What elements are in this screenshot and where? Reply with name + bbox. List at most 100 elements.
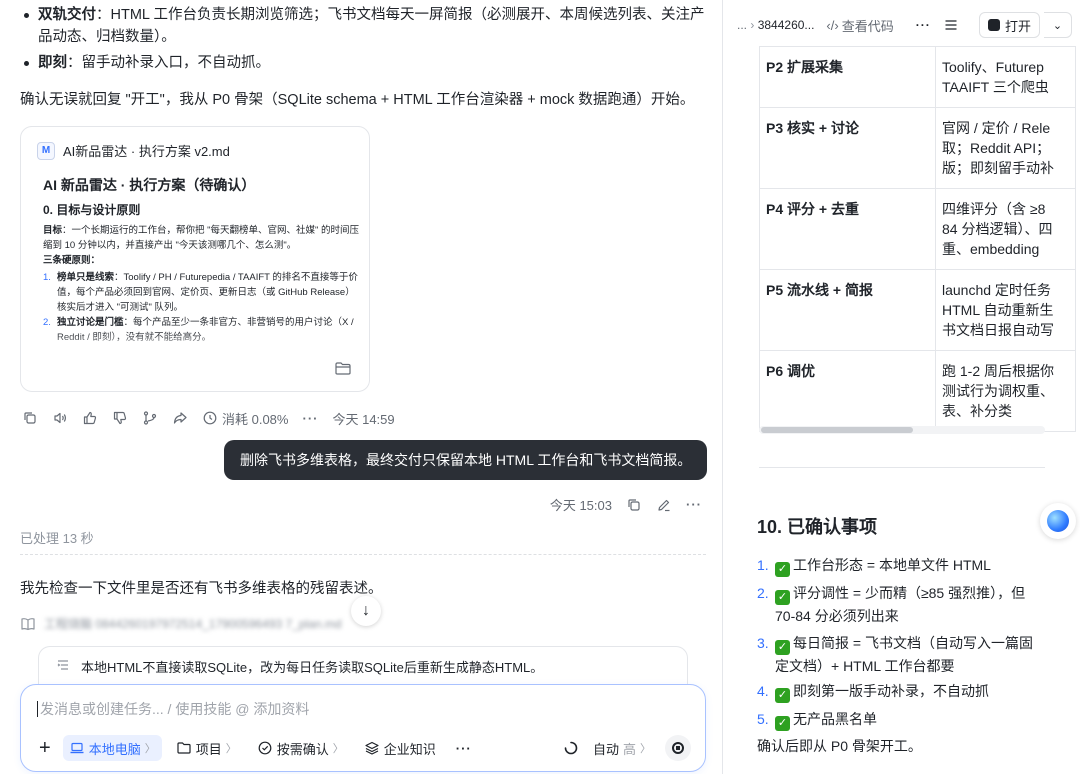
thumbs-up-icon[interactable] <box>82 410 98 426</box>
confirmed-item: 3. ✓ 每日简报 = 飞书文档（自动写入一篇固定文档）+ HTML 工作台都要 <box>757 632 1043 677</box>
confirmed-item-text: 工作台形态 = 本地单文件 HTML <box>793 557 991 573</box>
phase-description-line: 测试行为调权重、 <box>942 383 1054 399</box>
enterprise-knowledge-button[interactable]: 企业知识 <box>358 735 442 761</box>
phase-description-line: 表、补分类 <box>942 403 1012 419</box>
phase-name: P6 调优 <box>759 350 936 432</box>
more-icon[interactable]: ··· <box>686 497 702 512</box>
share-icon[interactable] <box>172 410 188 426</box>
assistant-orb-icon <box>1047 510 1069 532</box>
copy-icon[interactable] <box>626 497 642 513</box>
assistant-float-button[interactable] <box>1040 503 1076 539</box>
table-horizontal-scrollbar[interactable] <box>759 426 1045 434</box>
edit-icon[interactable] <box>656 497 672 513</box>
open-button[interactable]: 打开 <box>978 12 1040 38</box>
clock-icon <box>202 410 218 426</box>
input-toolbar: + 本地电脑〉 项目〉 按需确认〉 企业知识 ··· 自动 高〉 <box>35 735 691 761</box>
phase-description-line: 跑 1-2 周后根据你 <box>942 363 1055 379</box>
layers-icon <box>364 740 380 756</box>
check-circle-icon <box>257 740 273 756</box>
phase-description-line: 官网 / 定价 / Rele <box>942 120 1051 136</box>
bullet-dual-delivery: 双轨交付：HTML 工作台负责长期浏览筛选；飞书文档每天一屏简报（必测展开、本周… <box>24 4 714 48</box>
folder-icon <box>176 740 192 756</box>
message-time: 今天 14:59 <box>332 411 395 427</box>
user-message-meta: 今天 15:03 ··· <box>550 495 702 514</box>
phase-description: Toolify、Futurep TAAIFT 三个爬虫 <box>935 46 1076 108</box>
confirmed-item: 2. ✓ 评分调性 = 少而精（≥85 强烈推），但 70-84 分必须列出来 <box>757 582 1043 627</box>
doc-goal: 目标：一个长期运行的工作台，帮你把 "每天翻榜单、官网、社媒" 的时间压缩到 1… <box>43 225 360 251</box>
check-mark-icon: ✓ <box>775 562 790 577</box>
confirmed-item-text: 无产品黑名单 <box>793 711 877 727</box>
confirmed-item-text: 即刻第一版手动补录，不自动抓 <box>793 683 989 699</box>
confirmed-item-number: 2. <box>757 585 769 601</box>
project-button[interactable]: 项目〉 <box>170 735 243 761</box>
branch-icon[interactable] <box>142 410 158 426</box>
phase-description: 官网 / 定价 / Rele 取；Reddit API； 版；即刻留手动补 <box>935 107 1076 189</box>
user-message-time: 今天 15:03 <box>549 498 612 513</box>
check-mark-icon: ✓ <box>775 716 790 731</box>
open-dropdown-button[interactable]: ⌄ <box>1044 12 1072 38</box>
scrollbar-thumb[interactable] <box>761 427 913 433</box>
loading-spinner-icon <box>563 740 579 756</box>
more-icon[interactable]: ··· <box>916 18 931 32</box>
user-message-bubble: 删除飞书多维表格，最终交付只保留本地 HTML 工作台和飞书文档简报。 <box>224 440 708 480</box>
confirmed-item-number: 5. <box>757 711 769 727</box>
phase-description: launchd 定时任务 HTML 自动重新生 书文档日报自动写 <box>935 269 1076 351</box>
phase-row: P3 核实 + 讨论 官网 / 定价 / Rele 取；Reddit API； 版；即… <box>759 107 1076 189</box>
stop-button[interactable] <box>665 735 691 761</box>
thumbs-down-icon[interactable] <box>112 410 128 426</box>
phase-description-line: 重、embedding <box>942 241 1040 257</box>
check-mark-icon: ✓ <box>775 640 790 655</box>
code-icon: ‹/› <box>826 17 839 33</box>
section-title: 10. 已确认事项 <box>757 517 878 537</box>
local-computer-button[interactable]: 本地电脑〉 <box>62 735 162 761</box>
add-button[interactable]: + <box>35 735 55 761</box>
confirmed-item: 1. ✓ 工作台形态 = 本地单文件 HTML <box>757 554 1043 577</box>
confirm-instruction: 确认无误就回复 "开工"，我从 P0 骨架（SQLite schema + HT… <box>20 92 695 108</box>
phase-description-line: 版；即刻留手动补 <box>942 160 1054 176</box>
phase-description-line: 84 分档逻辑）、四 <box>942 221 1053 237</box>
chat-pane: 双轨交付：HTML 工作台负责长期浏览筛选；飞书文档每天一屏简报（必测展开、本周… <box>0 0 722 774</box>
file-reference[interactable]: 工程烧脑 0844260197972514_17900596493 7_plan… <box>20 615 342 632</box>
confirmed-item-number: 4. <box>757 683 769 699</box>
markdown-file-icon: M <box>37 141 55 160</box>
laptop-icon <box>69 740 85 756</box>
outline-icon[interactable] <box>943 17 959 33</box>
book-icon <box>20 616 36 632</box>
confirmed-item: 4. ✓ 即刻第一版手动补录，不自动抓 <box>757 680 1043 703</box>
document-preview-pane: ... › 3844260... ‹/› 查看代码 ··· 打开 ⌄ P2 扩展采… <box>723 0 1080 774</box>
message-input-box[interactable]: 发消息或创建任务... / 使用技能 @ 添加资料 + 本地电脑〉 项目〉 按需… <box>20 684 706 772</box>
phase-description-line: launchd 定时任务 <box>942 282 1051 298</box>
copy-icon[interactable] <box>22 410 38 426</box>
phase-description: 四维评分（含 ≥8 84 分档逻辑）、四 重、embedding <box>935 188 1076 270</box>
phase-row: P5 流水线 + 简报 launchd 定时任务 HTML 自动重新生 书文档日报自动… <box>759 269 1076 351</box>
app-logo-icon <box>987 19 1000 31</box>
list-indent-icon <box>55 657 71 673</box>
phase-table: P2 扩展采集 Toolify、Futurep TAAIFT 三个爬虫 P3 核实 +… <box>759 46 1076 432</box>
phase-description: 跑 1-2 周后根据你 测试行为调权重、 表、补分类 <box>935 350 1076 432</box>
breadcrumb[interactable]: ... › 3844260... <box>737 18 814 32</box>
phase-name: P5 流水线 + 简报 <box>759 269 936 351</box>
message-input[interactable]: 发消息或创建任务... / 使用技能 @ 添加资料 <box>37 699 309 719</box>
doc-title: AI 新品雷达 · 执行方案（待确认） <box>43 177 256 193</box>
processed-duration: 已处理 13 秒 <box>20 531 94 546</box>
folder-icon[interactable] <box>335 362 351 375</box>
speaker-icon[interactable] <box>52 410 68 426</box>
message-action-bar: 消耗 0.08% ··· 今天 14:59 <box>22 408 395 428</box>
view-code-button[interactable]: ‹/› 查看代码 <box>826 16 893 35</box>
phase-name: P3 核实 + 讨论 <box>759 107 936 189</box>
bullet-jike: 即刻：留手动补录入口，不自动抓。 <box>24 52 714 74</box>
confirmed-item-number: 3. <box>757 635 769 651</box>
more-tools-icon[interactable]: ··· <box>450 735 478 761</box>
doc-rule-1: 1. 榜单只是线索：Toolify / PH / Futurepedia / TA… <box>43 272 358 313</box>
doc-preview-card[interactable]: M AI新品雷达 · 执行方案 v2.md AI 新品雷达 · 执行方案（待确认… <box>20 126 370 392</box>
phase-description-line: 书文档日报自动写 <box>942 322 1054 338</box>
doc-section-title: 0. 目标与设计原则 <box>43 203 141 217</box>
more-icon[interactable]: ··· <box>302 411 318 426</box>
doc-card-fade <box>21 331 369 361</box>
arrow-down-icon: ↓ <box>362 602 370 619</box>
phase-row: P6 调优跑 1-2 周后根据你 测试行为调权重、 表、补分类 <box>759 350 1076 432</box>
confirm-mode-button[interactable]: 按需确认〉 <box>251 735 350 761</box>
scroll-down-button[interactable]: ↓ <box>351 596 381 626</box>
mode-selector[interactable]: 自动 高〉 <box>587 735 657 761</box>
confirmed-item: 5. ✓ 无产品黑名单 <box>757 708 1043 731</box>
